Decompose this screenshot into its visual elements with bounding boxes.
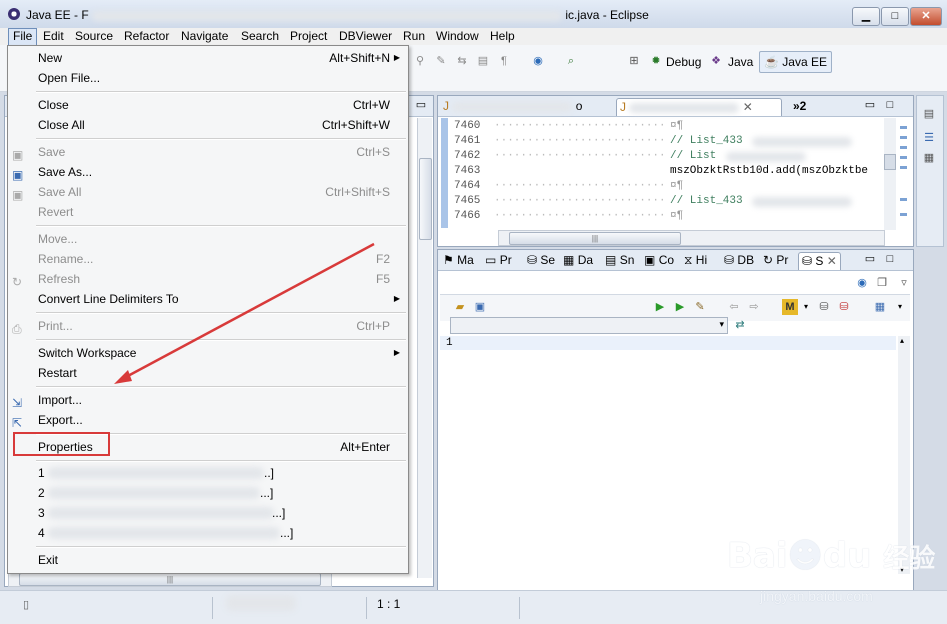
watermark-url: jingyan.baidu.com (760, 588, 873, 604)
annotation-arrow (114, 242, 375, 384)
arrow-head (114, 370, 132, 384)
arrow-line (125, 242, 375, 379)
watermark-logo: Bai☻du 经验 (727, 536, 936, 576)
